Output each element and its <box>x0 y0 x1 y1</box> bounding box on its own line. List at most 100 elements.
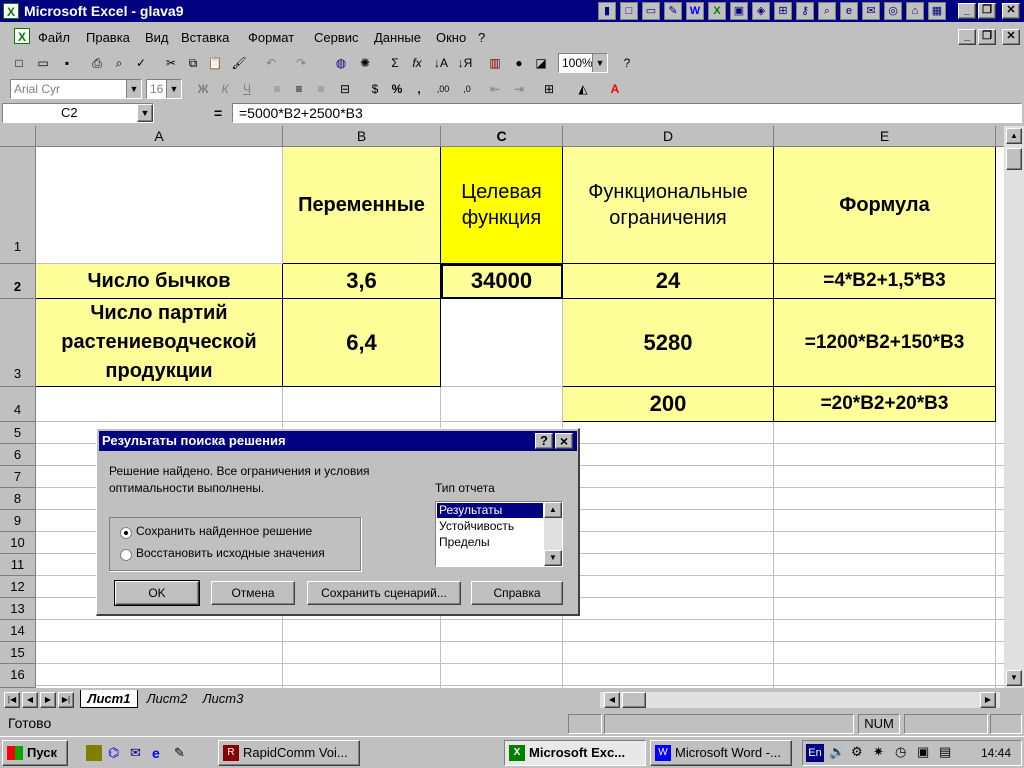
chevron-down-icon[interactable]: ▼ <box>592 54 607 72</box>
radio-keep-solution[interactable] <box>120 527 132 539</box>
restore-values-label[interactable]: Восстановить исходные значения <box>136 546 325 560</box>
menu-file[interactable]: Файл <box>38 30 70 45</box>
ie-quick-icon[interactable]: e <box>152 745 168 761</box>
row-header-15[interactable]: 15 <box>0 642 36 664</box>
outlook-quick-icon[interactable]: ✉ <box>130 745 146 761</box>
h-scroll-thumb[interactable] <box>622 692 646 708</box>
map-icon[interactable]: ● <box>508 53 530 73</box>
monitor-icon[interactable]: ▤ <box>939 744 951 760</box>
scheduler-icon[interactable]: ✷ <box>873 744 884 760</box>
formula-input[interactable]: =5000*B2+2500*B3 <box>232 103 1022 123</box>
column-header-c[interactable]: C <box>441 126 563 147</box>
scroll-up-icon[interactable]: ▲ <box>1006 128 1022 144</box>
chevron-down-icon[interactable]: ▼ <box>166 80 181 98</box>
drawing-icon[interactable]: ◪ <box>530 53 552 73</box>
row-header-12[interactable]: 12 <box>0 576 36 598</box>
row-header-14[interactable]: 14 <box>0 620 36 642</box>
sheet-tab-1[interactable]: Лист1 <box>80 690 138 708</box>
powerpoint-quick-icon[interactable]: ▣ <box>730 2 748 20</box>
row-header-13[interactable]: 13 <box>0 598 36 620</box>
save-scenario-button[interactable]: Сохранить сценарий... <box>307 581 461 605</box>
redo-icon[interactable]: ↷ <box>290 53 312 73</box>
clock-app-icon[interactable]: ◷ <box>895 744 906 760</box>
minimize-icon[interactable]: _ <box>958 3 976 19</box>
cell-d1[interactable]: Функциональные ограничения <box>563 147 774 264</box>
align-left-icon[interactable]: ≡ <box>266 79 288 99</box>
save-icon[interactable]: ▪ <box>56 53 78 73</box>
decrease-indent-icon[interactable]: ⇤ <box>484 79 506 99</box>
open-icon[interactable]: ▭ <box>32 53 54 73</box>
row-header-6[interactable]: 6 <box>0 444 36 466</box>
cell-b3[interactable]: 6,4 <box>283 299 441 387</box>
excel-quick-icon[interactable]: X <box>708 2 726 20</box>
row-header-3[interactable]: 3 <box>0 299 36 387</box>
contacts-quick-icon[interactable]: ⌂ <box>906 2 924 20</box>
align-center-icon[interactable]: ≡ <box>288 79 310 99</box>
decrease-decimal-icon[interactable]: ,0 <box>456 79 478 99</box>
ok-button[interactable]: OK <box>114 580 200 606</box>
sheet-tab-3[interactable]: Лист3 <box>196 691 250 707</box>
menu-edit[interactable]: Правка <box>86 30 130 45</box>
select-all-corner[interactable] <box>0 126 36 147</box>
last-sheet-icon[interactable]: ▶| <box>58 692 74 708</box>
task-rapidcomm[interactable]: R RapidComm Voi... <box>218 740 360 766</box>
keep-solution-label[interactable]: Сохранить найденное решение <box>136 524 312 538</box>
answer-quick-icon[interactable]: ◎ <box>884 2 902 20</box>
find-quick-icon[interactable]: ⌕ <box>818 2 836 20</box>
column-header-f[interactable] <box>996 126 1004 147</box>
task-word[interactable]: W Microsoft Word -... <box>650 740 792 766</box>
report-item-sensitivity[interactable]: Устойчивость <box>437 519 543 534</box>
scroll-down-icon[interactable]: ▼ <box>544 550 562 566</box>
fill-color-icon[interactable]: ◭ <box>572 79 594 99</box>
camera-icon[interactable]: ▣ <box>917 744 929 760</box>
row-header-1[interactable]: 1 <box>0 147 36 264</box>
cell-a3[interactable]: Число партий растениеводческой продукции <box>36 299 283 387</box>
underline-icon[interactable]: Ч <box>236 79 258 99</box>
menu-insert[interactable]: Вставка <box>181 30 229 45</box>
doc-minimize-icon[interactable]: _ <box>958 29 976 45</box>
explorer-quick-icon[interactable]: e <box>840 2 858 20</box>
italic-icon[interactable]: К <box>214 79 236 99</box>
restore-icon[interactable]: ❐ <box>978 3 996 19</box>
formula-equals[interactable]: = <box>214 105 222 121</box>
cell-b1[interactable]: Переменные <box>283 147 441 264</box>
office-assistant-icon[interactable]: ? <box>616 53 638 73</box>
chart-wizard-icon[interactable]: ▥ <box>484 53 506 73</box>
increase-indent-icon[interactable]: ⇥ <box>508 79 530 99</box>
comma-style-icon[interactable]: , <box>408 79 430 99</box>
network-icon[interactable]: ⚙ <box>851 744 863 760</box>
first-sheet-icon[interactable]: |◀ <box>4 692 20 708</box>
scroll-thumb[interactable] <box>1006 148 1022 170</box>
column-header-e[interactable]: E <box>774 126 996 147</box>
cell-c2-selected[interactable]: 34000 <box>441 264 563 299</box>
row-header-11[interactable]: 11 <box>0 554 36 576</box>
hyperlink-icon[interactable]: ◍ <box>330 53 352 73</box>
close-icon[interactable]: ✕ <box>1002 3 1020 19</box>
clock[interactable]: 14:44 <box>981 746 1011 760</box>
bold-icon[interactable]: Ж <box>192 79 214 99</box>
menu-format[interactable]: Формат <box>248 30 294 45</box>
sort-asc-icon[interactable]: ↓A <box>430 53 452 73</box>
dialog-help-icon[interactable]: ? <box>535 433 553 449</box>
row-header-9[interactable]: 9 <box>0 510 36 532</box>
cell-e1[interactable]: Формула <box>774 147 996 264</box>
font-size-select[interactable]: 16 ▼ <box>146 79 182 99</box>
percent-icon[interactable]: % <box>386 79 408 99</box>
merge-center-icon[interactable]: ⊟ <box>334 79 356 99</box>
cell-c1[interactable]: Целевая функция <box>441 147 563 264</box>
notepad-quick-icon[interactable]: ✎ <box>174 745 190 761</box>
cell-a2[interactable]: Число бычков <box>36 264 283 299</box>
task-excel[interactable]: X Microsoft Exc... <box>504 740 646 766</box>
sheet-tab-2[interactable]: Лист2 <box>140 691 194 707</box>
print-icon[interactable]: ⎙ <box>86 53 108 73</box>
currency-icon[interactable]: $ <box>364 79 386 99</box>
row-header-10[interactable]: 10 <box>0 532 36 554</box>
undo-icon[interactable]: ↶ <box>260 53 282 73</box>
access-quick-icon[interactable]: ◈ <box>752 2 770 20</box>
menu-data[interactable]: Данные <box>374 30 421 45</box>
new-icon[interactable]: □ <box>8 53 30 73</box>
word-quick-icon[interactable]: W <box>686 2 704 20</box>
font-color-icon[interactable]: A <box>604 79 626 99</box>
row-header-2[interactable]: 2 <box>0 264 36 299</box>
report-list-scrollbar[interactable]: ▲ ▼ <box>544 502 562 566</box>
